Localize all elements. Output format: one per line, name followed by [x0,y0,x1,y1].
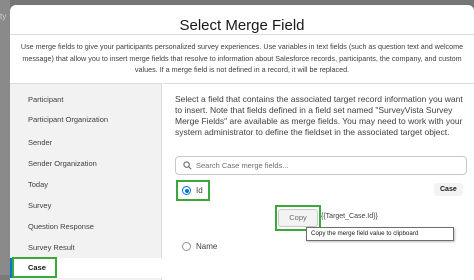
background-text: ty [0,12,7,21]
merge-field-search [175,156,467,175]
merge-source-sidebar: Participant Participant Organization Sen… [10,83,162,280]
field-description: Select a field that contains the associa… [175,94,463,137]
copy-button[interactable]: Copy [278,209,318,227]
merge-field-panel: Select a field that contains the associa… [163,83,474,280]
background-panel: ty [0,0,10,275]
sidebar-item-sender-organization[interactable]: Sender Organization [10,154,162,174]
sidebar-item-participant-organization[interactable]: Participant Organization [10,110,162,130]
sidebar-item-participant[interactable]: Participant [10,90,162,110]
modal-header: Select Merge Field [10,5,474,35]
modal-intro-text: Use merge fields to give your participan… [20,42,464,74]
id-radio[interactable] [182,186,191,195]
modal-title: Select Merge Field [179,17,305,34]
case-badge: Case [434,183,463,196]
merge-field-value: {{Target_Case.Id}} [321,213,378,220]
select-merge-field-modal: Select Merge Field Use merge fields to g… [10,5,474,280]
copy-tooltip: Copy the merge field value to clipboard [306,227,454,241]
name-field-label: Name [196,242,218,251]
sidebar-item-question-response[interactable]: Question Response [10,217,162,237]
sidebar-item-survey-result[interactable]: Survey Result [10,238,162,258]
search-icon [183,161,192,170]
name-radio[interactable] [182,242,191,251]
sidebar-item-sender[interactable]: Sender [10,133,162,153]
sidebar-item-survey[interactable]: Survey [10,196,162,216]
id-field-label: Id [196,186,203,195]
sidebar-item-today[interactable]: Today [10,175,162,195]
search-input[interactable] [196,159,456,172]
